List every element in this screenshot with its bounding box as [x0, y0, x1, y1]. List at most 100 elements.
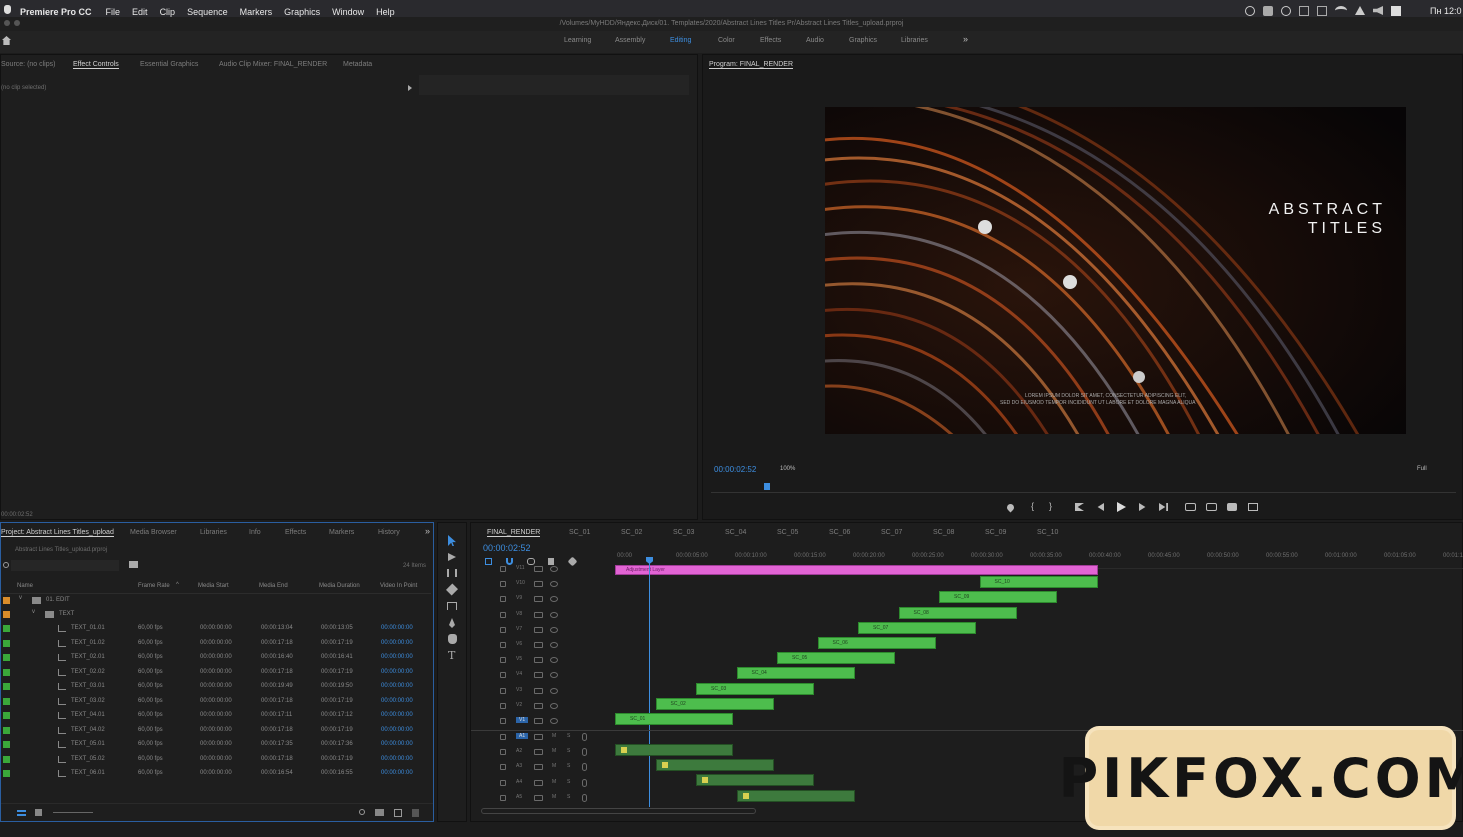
audio-track-header[interactable]: A1 M S	[470, 731, 610, 745]
timeline-scrollbar[interactable]	[481, 808, 756, 814]
tab-effect-controls[interactable]: Effect Controls	[73, 61, 119, 69]
microphone-icon[interactable]	[582, 733, 587, 741]
video-clip-sc_04[interactable]: SC_04	[736, 667, 855, 680]
timeline-timecode[interactable]: 00:00:02:52	[483, 543, 531, 553]
lock-icon[interactable]	[500, 657, 506, 664]
track-label[interactable]: A4	[516, 779, 522, 785]
tab-effects[interactable]: Effects	[285, 529, 306, 536]
project-item-row[interactable]: TEXT_06.01 60,00 fps 00:00:00:00 00:00:16:5…	[1, 767, 431, 781]
tab-sequence-sc_01[interactable]: SC_01	[569, 529, 590, 536]
track-label[interactable]: A3	[516, 763, 522, 769]
mute-button[interactable]: M	[552, 763, 556, 769]
toggle-sync-icon[interactable]	[534, 749, 543, 756]
toggle-sync-icon[interactable]	[534, 718, 543, 724]
tab-media-browser[interactable]: Media Browser	[130, 529, 177, 536]
track-label[interactable]: V3	[516, 687, 522, 693]
lock-icon[interactable]	[500, 581, 506, 588]
expand-arrow-icon[interactable]	[408, 85, 412, 91]
workspace-audio[interactable]: Audio	[806, 37, 824, 44]
video-clip-sc_10[interactable]: SC_10	[979, 576, 1098, 589]
new-bin-icon[interactable]	[129, 561, 138, 568]
eye-icon[interactable]	[550, 687, 558, 694]
track-label[interactable]: V10	[516, 580, 525, 586]
workspace-learning[interactable]: Learning	[564, 37, 591, 44]
home-icon[interactable]	[2, 36, 11, 45]
audio-track-header[interactable]: A5 M S	[470, 792, 610, 806]
tab-sequence-sc_09[interactable]: SC_09	[985, 529, 1006, 536]
lock-icon[interactable]	[500, 611, 506, 618]
track-label[interactable]: A2	[516, 748, 522, 754]
video-track-header[interactable]: V8	[470, 609, 610, 623]
audio-clip[interactable]	[615, 744, 733, 756]
search-icon[interactable]	[3, 562, 9, 568]
audio-track-header[interactable]: A2 M S	[470, 746, 610, 760]
video-track-header[interactable]: V4	[470, 669, 610, 683]
list-view-icon[interactable]	[17, 810, 26, 816]
video-clip-sc_06[interactable]: SC_06	[817, 637, 936, 649]
go-to-out-icon[interactable]	[1159, 503, 1168, 511]
pen-tool-icon[interactable]	[449, 618, 455, 628]
project-item-row[interactable]: TEXT_03.02 60,00 fps 00:00:00:00 00:00:17:1…	[1, 695, 431, 709]
play-icon[interactable]	[1117, 502, 1126, 512]
eye-icon[interactable]	[550, 657, 558, 664]
project-item-row[interactable]: TEXT_05.01 60,00 fps 00:00:00:00 00:00:17:3…	[1, 738, 431, 752]
zoom-select[interactable]: 100%	[780, 466, 795, 472]
toggle-sync-icon[interactable]	[534, 702, 543, 709]
eye-icon[interactable]	[550, 611, 558, 618]
track-label[interactable]: V5	[516, 656, 522, 662]
microphone-icon[interactable]	[582, 763, 587, 772]
tab-sequence-sc_06[interactable]: SC_06	[829, 529, 850, 536]
track-label[interactable]: V2	[516, 702, 522, 708]
add-marker-icon[interactable]	[1005, 502, 1016, 513]
project-item-row[interactable]: TEXT_05.02 60,00 fps 00:00:00:00 00:00:17:1…	[1, 753, 431, 767]
window-close-button[interactable]	[4, 20, 10, 26]
project-item-row[interactable]: TEXT_04.01 60,00 fps 00:00:00:00 00:00:17:1…	[1, 709, 431, 723]
folder-row[interactable]: v 01. EDIT	[1, 594, 431, 608]
solo-button[interactable]: S	[567, 779, 570, 785]
track-label[interactable]: A5	[516, 794, 522, 800]
tab-markers[interactable]: Markers	[329, 529, 354, 536]
solo-button[interactable]: S	[567, 763, 570, 769]
insert-icon[interactable]	[1185, 503, 1196, 511]
program-scrubber[interactable]	[711, 483, 1456, 493]
toggle-sync-icon[interactable]	[534, 794, 543, 801]
quality-select[interactable]: Full	[1417, 466, 1427, 472]
track-label[interactable]: V1	[516, 717, 529, 723]
video-track-header[interactable]: V7	[470, 624, 610, 638]
menu-graphics[interactable]: Graphics	[284, 7, 320, 17]
project-search-input[interactable]	[11, 560, 119, 571]
col-video-in-point[interactable]: Video In Point	[380, 583, 417, 589]
eye-icon[interactable]	[550, 718, 558, 724]
playhead-line[interactable]	[649, 557, 650, 807]
tab-sequence-sc_10[interactable]: SC_10	[1037, 529, 1058, 536]
tab-sequence-sc_03[interactable]: SC_03	[673, 529, 694, 536]
tab-libraries[interactable]: Libraries	[200, 529, 227, 536]
track-label[interactable]: V6	[516, 641, 522, 647]
more-tabs-icon[interactable]: »	[425, 526, 430, 536]
apple-icon[interactable]	[4, 5, 11, 14]
selection-tool-icon[interactable]	[448, 535, 456, 546]
col-media-duration[interactable]: Media Duration	[319, 583, 360, 589]
slip-tool-icon[interactable]	[447, 602, 457, 610]
tray-icon[interactable]	[1355, 6, 1365, 15]
tray-icon[interactable]	[1317, 6, 1327, 16]
video-track-header[interactable]: V9	[470, 593, 610, 607]
video-clip-sc_08[interactable]: SC_08	[898, 606, 1017, 619]
video-clip-sc_03[interactable]: SC_03	[696, 682, 814, 695]
icon-view-icon[interactable]	[35, 809, 42, 816]
tab-metadata[interactable]: Metadata	[343, 61, 372, 68]
project-item-row[interactable]: TEXT_01.01 60,00 fps 00:00:00:00 00:00:13:0…	[1, 622, 431, 636]
lock-icon[interactable]	[500, 794, 506, 801]
tab-sequence-sc_04[interactable]: SC_04	[725, 529, 746, 536]
col-media-start[interactable]: Media Start	[198, 583, 229, 589]
video-clip-sc_09[interactable]: SC_09	[939, 591, 1057, 604]
eye-icon[interactable]	[550, 566, 558, 572]
tab-audio-clip-mixer[interactable]: Audio Clip Mixer: FINAL_RENDER	[219, 61, 327, 68]
lock-icon[interactable]	[500, 566, 506, 572]
step-forward-icon[interactable]	[1139, 503, 1146, 511]
workspace-editing[interactable]: Editing	[670, 37, 691, 44]
tab-program[interactable]: Program: FINAL_RENDER	[709, 61, 794, 69]
menu-clip[interactable]: Clip	[160, 7, 176, 17]
menu-file[interactable]: File	[106, 7, 121, 17]
toggle-sync-icon[interactable]	[534, 596, 543, 603]
